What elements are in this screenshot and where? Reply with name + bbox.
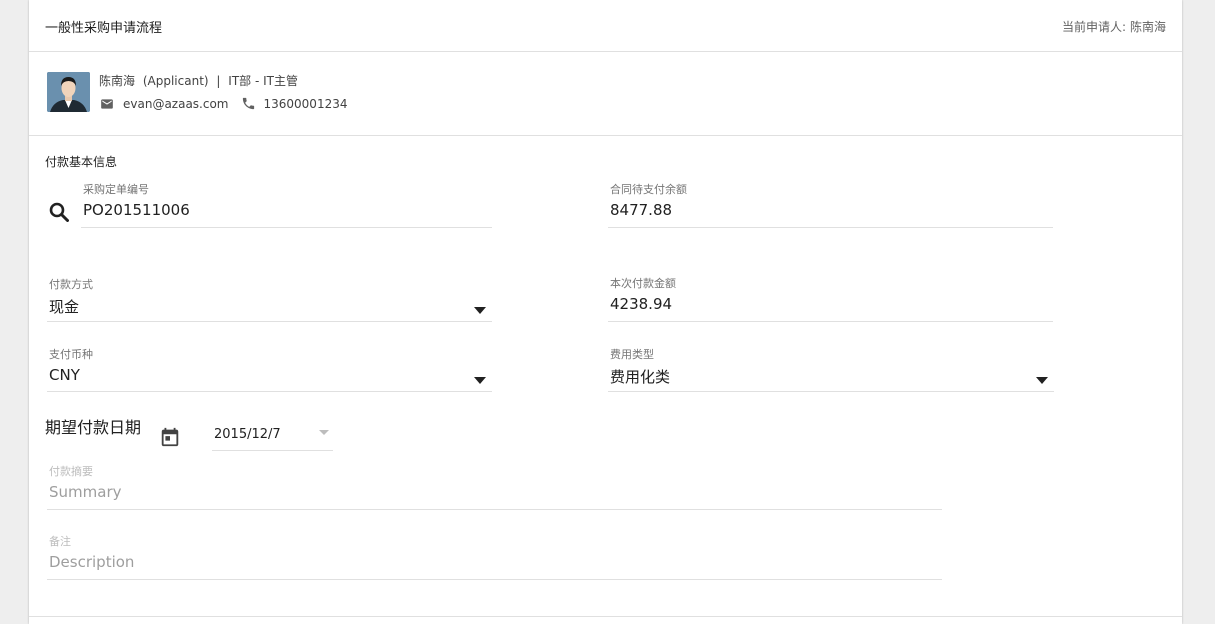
payment-method-select[interactable]: 付款方式 现金 <box>47 276 492 324</box>
applicant-identity: 陈南海 (Applicant) | IT部 - IT主管 <box>99 72 302 89</box>
summary-input[interactable]: Summary <box>49 483 122 501</box>
form-header: 一般性采购申请流程 当前申请人: 陈南海 <box>29 0 1182 52</box>
email-icon <box>99 97 115 111</box>
po-number-input[interactable]: PO201511006 <box>83 201 190 219</box>
applicant-separator: | <box>216 74 221 88</box>
applicant-info: 陈南海 (Applicant) | IT部 - IT主管 evan@azaas.… <box>29 52 1182 136</box>
payment-method-label: 付款方式 <box>49 278 93 291</box>
currency-label: 支付币种 <box>49 348 93 361</box>
expected-date-value[interactable]: 2015/12/7 <box>214 427 281 442</box>
current-applicant-name: 陈南海 <box>1129 20 1166 34</box>
currency-select[interactable]: 支付币种 CNY <box>47 346 492 394</box>
chevron-down-icon[interactable] <box>319 430 329 435</box>
po-number-label: 采购定单编号 <box>83 183 149 196</box>
expense-type-label: 费用类型 <box>610 348 654 361</box>
applicant-email[interactable]: evan@azaas.com <box>123 97 229 111</box>
chevron-down-icon[interactable] <box>1036 377 1048 384</box>
payment-amount-input[interactable]: 4238.94 <box>610 295 672 313</box>
applicant-dept: IT部 - IT主管 <box>228 74 298 88</box>
contract-balance-label: 合同待支付余额 <box>610 183 687 196</box>
contract-balance-field[interactable]: 合同待支付余额 8477.88 <box>608 181 1053 229</box>
chevron-down-icon[interactable] <box>474 377 486 384</box>
applicant-contact: evan@azaas.com 13600001234 <box>99 96 347 111</box>
contract-balance-input[interactable]: 8477.88 <box>610 201 672 219</box>
calendar-icon[interactable] <box>159 426 181 452</box>
remarks-input[interactable]: Description <box>49 553 134 571</box>
payment-amount-label: 本次付款金额 <box>610 277 676 290</box>
currency-value: CNY <box>49 366 80 384</box>
applicant-role: (Applicant) <box>142 74 209 88</box>
page-title: 一般性采购申请流程 <box>45 21 163 36</box>
payment-amount-field[interactable]: 本次付款金额 4238.94 <box>608 275 1053 323</box>
expected-date-picker[interactable]: 2015/12/7 <box>212 424 333 452</box>
search-icon[interactable] <box>49 202 69 226</box>
applicant-phone[interactable]: 13600001234 <box>264 97 348 111</box>
chevron-down-icon[interactable] <box>474 307 486 314</box>
expense-type-value: 费用化类 <box>610 368 671 386</box>
current-applicant: 当前申请人: 陈南海 <box>1062 18 1166 35</box>
summary-field[interactable]: 付款摘要 Summary <box>47 463 942 511</box>
expense-type-select[interactable]: 费用类型 费用化类 <box>608 346 1054 394</box>
section-title-payment: 付款基本信息 <box>45 155 118 169</box>
expected-date-label: 期望付款日期 <box>45 418 142 437</box>
bottom-divider <box>29 616 1182 617</box>
current-applicant-label: 当前申请人: <box>1061 20 1126 34</box>
po-number-field[interactable]: 采购定单编号 PO201511006 <box>81 181 492 229</box>
form-card: 一般性采购申请流程 当前申请人: 陈南海 陈南海 (Applicant) | IT… <box>29 0 1182 624</box>
remarks-field[interactable]: 备注 Description <box>47 533 942 581</box>
phone-icon <box>241 96 256 111</box>
applicant-name: 陈南海 <box>99 74 136 88</box>
summary-label: 付款摘要 <box>49 465 93 478</box>
payment-method-value: 现金 <box>49 298 80 316</box>
avatar-icon <box>47 72 90 112</box>
remarks-label: 备注 <box>49 535 71 548</box>
